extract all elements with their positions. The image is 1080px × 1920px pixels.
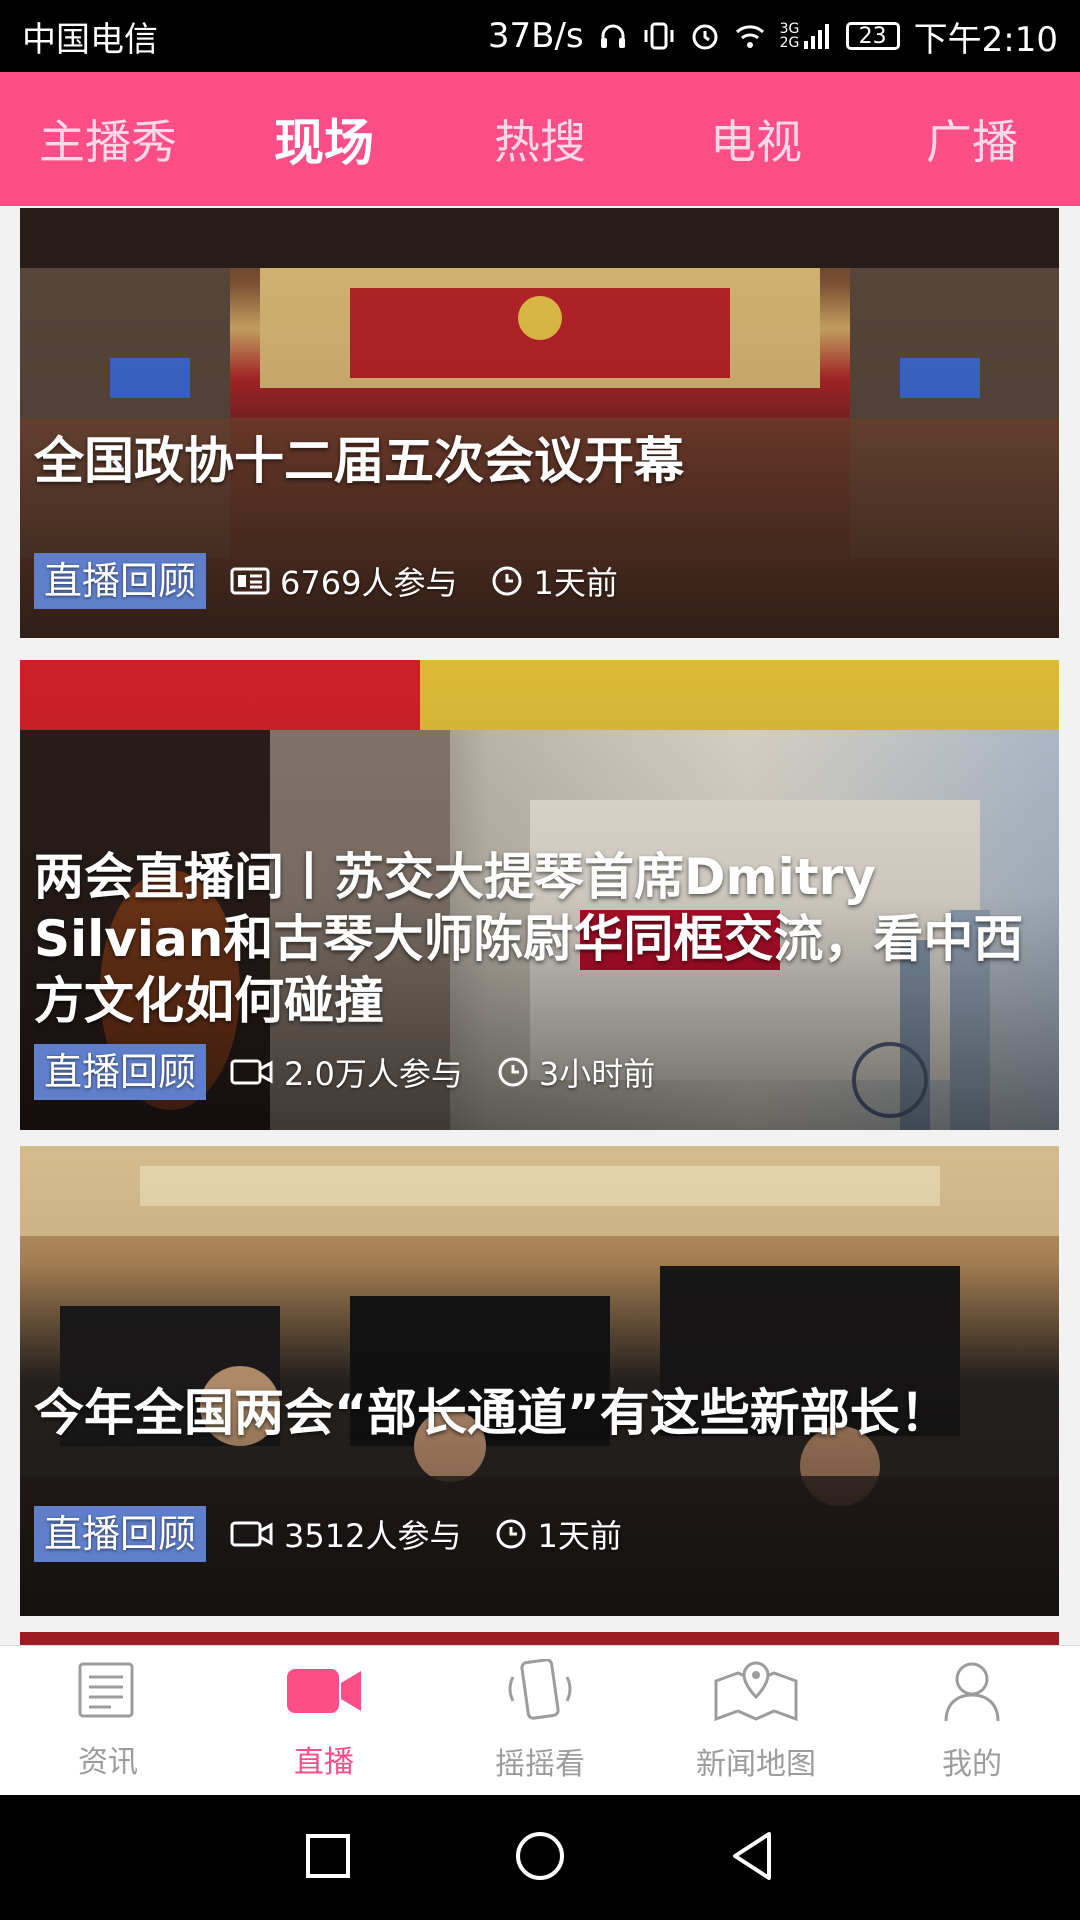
wifi-icon <box>734 21 766 51</box>
tab-live-scene[interactable]: 现场 <box>216 103 432 175</box>
clock-icon <box>497 1056 529 1088</box>
live-feed: 全国政协十二届五次会议开幕 直播回顾 6769人参与 1天前 两会直播间丨苏交大… <box>0 206 1080 1646</box>
card-time: 3小时前 <box>538 1055 656 1093</box>
card-meta: 直播回顾 2.0万人参与 3小时前 <box>34 1044 655 1100</box>
bottom-nav-label: 摇摇看 <box>495 1747 585 1782</box>
tab-hot-search[interactable]: 热搜 <box>432 106 648 172</box>
card-title: 全国政协十二届五次会议开幕 <box>34 432 684 490</box>
bottom-nav-label: 直播 <box>294 1745 354 1780</box>
profile-icon <box>942 1659 1002 1731</box>
carrier-label: 中国电信 <box>22 19 158 60</box>
participant-count: 3512人参与 <box>284 1517 462 1555</box>
card-meta: 直播回顾 3512人参与 1天前 <box>34 1506 622 1562</box>
card-title: 今年全国两会“部长通道”有这些新部长！ <box>34 1384 950 1442</box>
bottom-nav-shake[interactable]: 摇摇看 <box>432 1646 648 1796</box>
bottom-nav-label: 新闻地图 <box>696 1747 816 1782</box>
replay-badge: 直播回顾 <box>34 1044 207 1100</box>
bottom-nav-label: 我的 <box>942 1747 1002 1782</box>
home-button[interactable] <box>513 1829 567 1887</box>
headphone-icon <box>598 21 628 51</box>
participant-count: 6769人参与 <box>280 564 458 602</box>
camera-icon <box>284 1661 364 1729</box>
participant-count: 2.0万人参与 <box>284 1055 463 1093</box>
top-tab-bar: 主播秀 现场 热搜 电视 广播 <box>0 72 1080 206</box>
vibrate-icon <box>642 21 676 51</box>
news-icon <box>230 566 270 596</box>
signal-icon: 3G 2G <box>780 21 832 51</box>
bottom-nav-map[interactable]: 新闻地图 <box>648 1646 864 1796</box>
clock: 下午2:10 <box>913 19 1058 60</box>
live-card[interactable]: 今年全国两会“部长通道”有这些新部长！ 直播回顾 3512人参与 1天前 <box>20 1146 1059 1616</box>
clock-icon <box>495 1518 527 1550</box>
card-title: 两会直播间丨苏交大提琴首席Dmitry Silvian和古琴大师陈尉华同框交流，… <box>34 848 1024 1030</box>
tab-tv[interactable]: 电视 <box>648 106 864 172</box>
system-nav-bar <box>0 1795 1080 1920</box>
bottom-nav-news[interactable]: 资讯 <box>0 1646 216 1796</box>
net-speed: 37B/s <box>487 16 584 56</box>
news-icon <box>75 1661 141 1729</box>
tab-anchor-show[interactable]: 主播秀 <box>0 106 216 172</box>
video-icon <box>230 1519 274 1549</box>
clock-icon <box>491 565 523 597</box>
live-card[interactable]: 全国政协十二届五次会议开幕 直播回顾 6769人参与 1天前 <box>20 208 1059 638</box>
bottom-nav: 资讯 直播 摇摇看 新闻地图 我的 <box>0 1645 1080 1796</box>
status-icons: 37B/s 3G 2G 23 下午2:10 <box>488 12 1058 61</box>
tab-radio[interactable]: 广播 <box>864 106 1080 172</box>
card-meta: 直播回顾 6769人参与 1天前 <box>34 553 618 609</box>
battery-icon: 23 <box>845 22 900 50</box>
bottom-nav-profile[interactable]: 我的 <box>864 1646 1080 1796</box>
shake-phone-icon <box>505 1658 575 1731</box>
bottom-nav-live[interactable]: 直播 <box>216 1646 432 1796</box>
bottom-nav-label: 资讯 <box>78 1745 138 1780</box>
alarm-icon <box>690 21 720 51</box>
video-icon <box>230 1057 274 1087</box>
back-button[interactable] <box>727 1829 777 1887</box>
recent-apps-button[interactable] <box>303 1831 353 1885</box>
map-icon <box>713 1659 799 1731</box>
card-time: 1天前 <box>537 1517 622 1555</box>
live-card-partial[interactable] <box>20 1632 1059 1646</box>
replay-badge: 直播回顾 <box>34 553 207 609</box>
replay-badge: 直播回顾 <box>34 1506 207 1562</box>
card-time: 1天前 <box>533 564 618 602</box>
status-bar: 中国电信 37B/s 3G 2G 23 下午2:10 <box>0 0 1080 72</box>
live-card[interactable]: 两会直播间丨苏交大提琴首席Dmitry Silvian和古琴大师陈尉华同框交流，… <box>20 660 1059 1130</box>
